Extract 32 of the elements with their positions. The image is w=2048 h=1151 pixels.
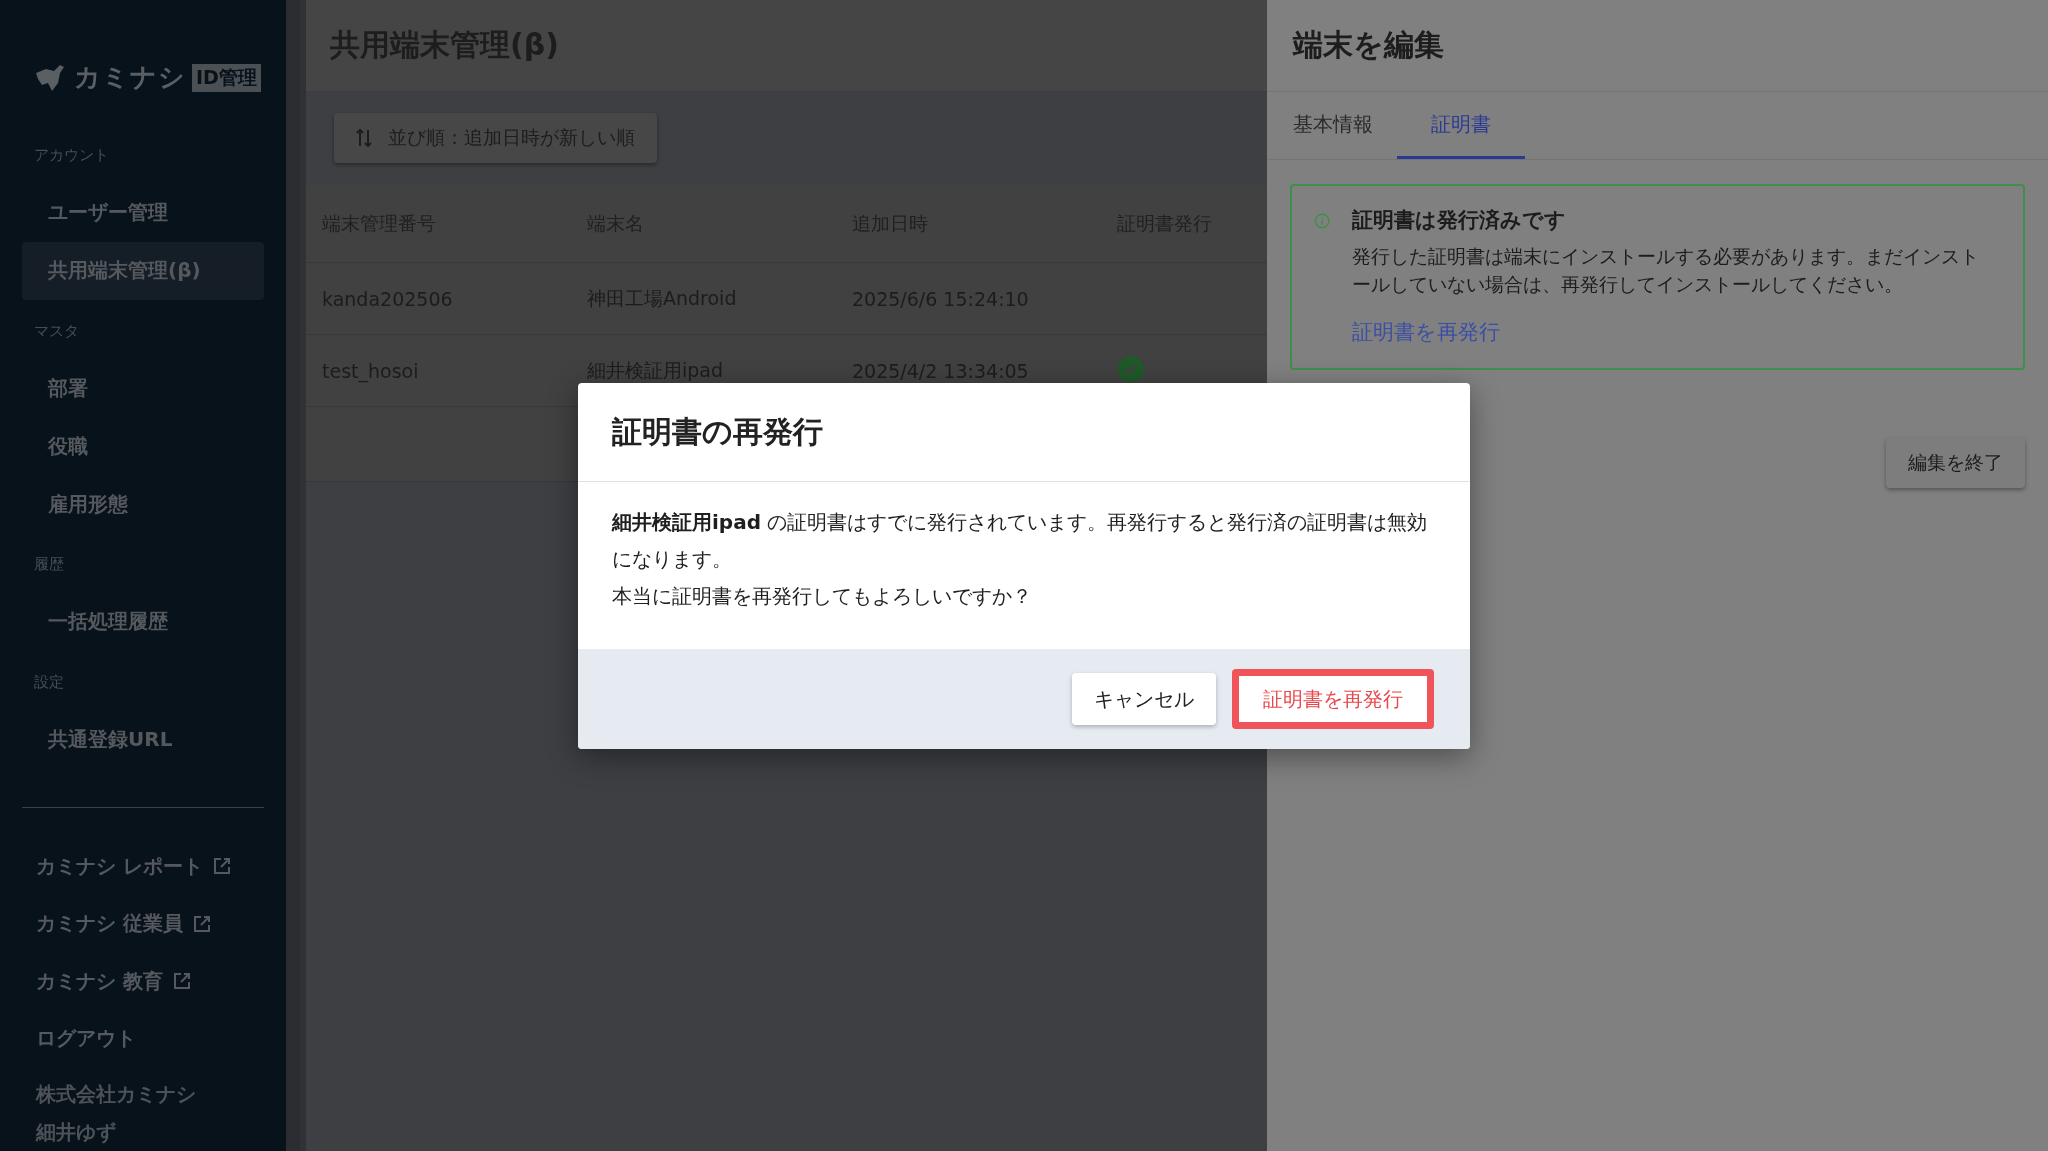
notice-text: 発行した証明書は端末にインストールする必要があります。まだインストールしていない場合は、再発行してインストールしてください。 [1352, 244, 1981, 297]
section-label: 履歴 [34, 554, 65, 575]
notice-title: 証明書は発行済みです [1352, 207, 1568, 234]
dialog-message: 細井検証用ipad の証明書はすでに発行されています。再発行すると発行済の証明書は無効になります。 [612, 509, 1429, 573]
account-name: 株式会社カミナシ 細井ゆず [34, 1080, 197, 1146]
panel-title: 端末を編集 [1293, 26, 1444, 64]
nav-item[interactable]: 共通登録URL [22, 710, 264, 768]
section-label: 設定 [34, 671, 65, 692]
nav-item[interactable]: 雇用形態 [22, 476, 264, 534]
sort-icon [356, 128, 372, 148]
finish-edit-button[interactable]: 編集を終了 [1886, 438, 2025, 488]
dialog-message: 本当に証明書を再発行してもよろしいですか？ [612, 583, 1033, 610]
scrollbar[interactable] [286, 0, 300, 1151]
sidebar-link[interactable]: カミナシ レポート [36, 853, 203, 880]
tab[interactable]: 基本情報 [1293, 92, 1373, 159]
logo-badge: ID管理 [192, 63, 261, 92]
section-label: マスタ [34, 320, 80, 341]
sidebar-link[interactable]: カミナシ 従業員 [36, 910, 183, 938]
tab[interactable]: 証明書 [1397, 92, 1525, 159]
cancel-button[interactable]: キャンセル [1072, 673, 1216, 725]
nav-item[interactable]: 一括処理履歴 [22, 593, 264, 651]
nav-item[interactable]: 部署 [22, 359, 264, 417]
nav-item[interactable]: 役職 [22, 417, 264, 476]
reissue-button[interactable]: 証明書を再発行 [1232, 669, 1434, 729]
sidebar-link[interactable]: カミナシ 教育 [36, 967, 163, 995]
nav-item[interactable]: 共用端末管理(β) [22, 242, 264, 300]
dialog-title: 証明書の再発行 [612, 412, 823, 451]
logo-text: カミナシ [74, 61, 186, 94]
section-label: アカウント [34, 145, 110, 165]
nav-item[interactable]: ユーザー管理 [22, 184, 264, 242]
sidebar-link[interactable]: ログアウト [36, 1024, 136, 1052]
reissue-link[interactable]: 証明書を再発行 [1352, 318, 1993, 346]
